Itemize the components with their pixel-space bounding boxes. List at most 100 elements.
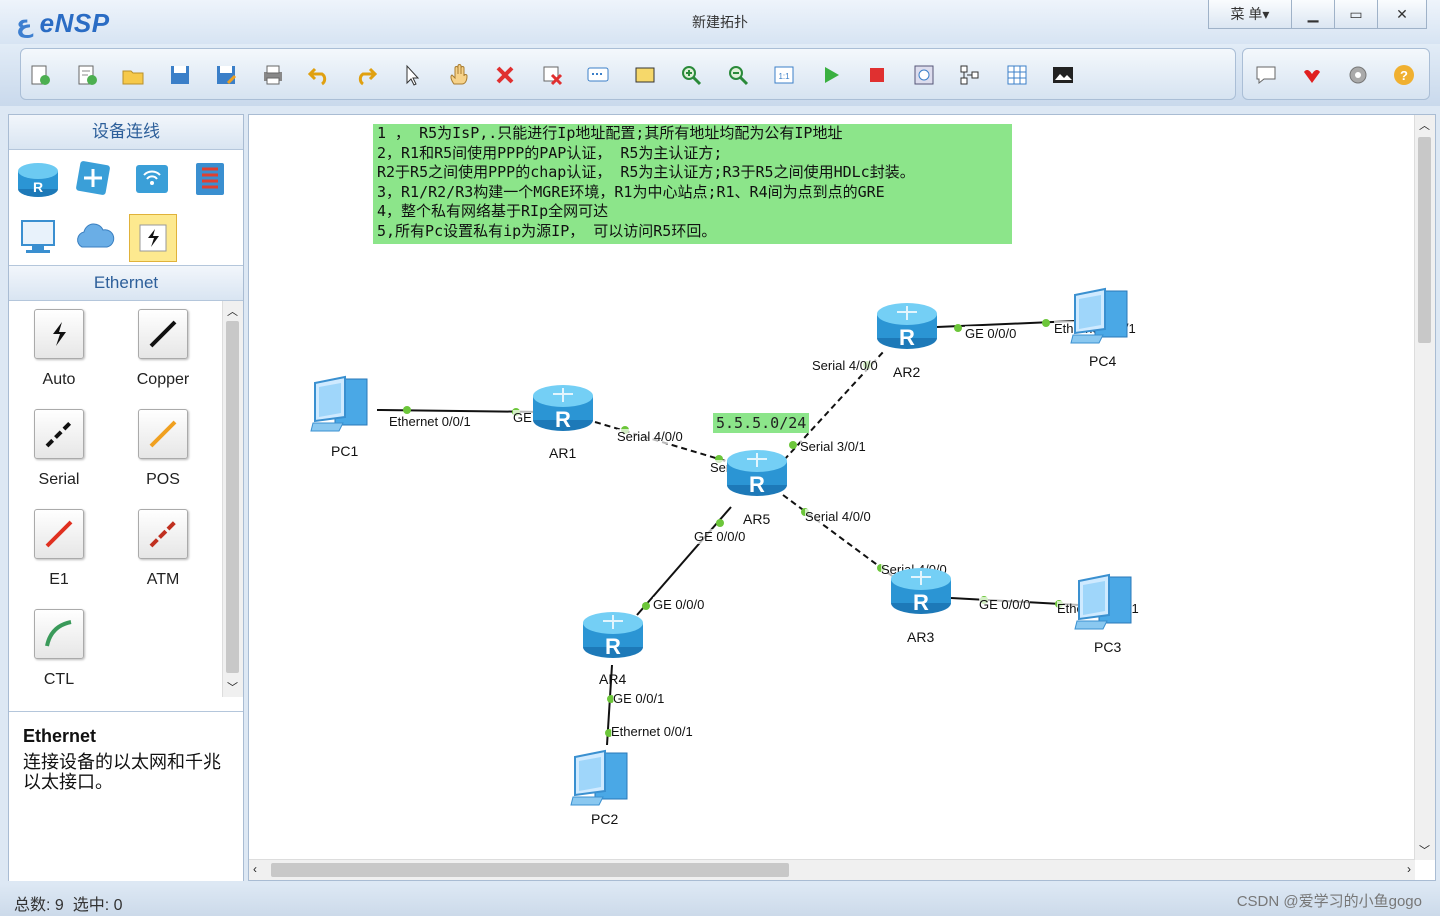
help-icon[interactable]: ? xyxy=(1391,62,1417,88)
cable-serial[interactable]: Serial xyxy=(9,409,109,489)
router-ar4[interactable]: R xyxy=(581,607,645,664)
select-icon[interactable] xyxy=(399,62,425,88)
router-icon[interactable]: R xyxy=(15,156,61,202)
huawei-icon[interactable] xyxy=(1299,62,1325,88)
router-icon: R xyxy=(727,450,787,497)
close-button[interactable]: ✕ xyxy=(1377,0,1427,29)
toolbar-right-group: ? xyxy=(1242,48,1430,100)
cable-auto[interactable]: Auto xyxy=(9,309,109,389)
scroll-thumb[interactable] xyxy=(271,863,789,877)
description-title: Ethernet xyxy=(23,726,97,746)
cloud-icon[interactable] xyxy=(71,214,117,260)
scroll-thumb[interactable] xyxy=(226,321,239,673)
switch-icon[interactable] xyxy=(71,156,117,202)
canvas-horizontal-scrollbar[interactable]: ‹ › xyxy=(249,859,1415,880)
start-device-icon[interactable] xyxy=(818,62,844,88)
ctl-cable-icon xyxy=(34,609,84,659)
add-text-icon[interactable] xyxy=(585,62,611,88)
undo-icon[interactable] xyxy=(306,62,332,88)
pc-pc4[interactable] xyxy=(1069,285,1133,350)
wireless-icon[interactable] xyxy=(129,156,175,202)
topology-icon[interactable] xyxy=(957,62,983,88)
port-label: Serial 4/0/0 xyxy=(617,429,683,444)
scroll-left-icon[interactable]: ‹ xyxy=(253,862,257,876)
print-icon[interactable] xyxy=(260,62,286,88)
status-text: 总数: 9 选中: 0 xyxy=(14,891,123,915)
scroll-down-icon[interactable]: ﹀ xyxy=(227,679,238,695)
auto-cable-icon xyxy=(34,309,84,359)
new-topology-icon[interactable] xyxy=(27,62,53,88)
open-icon[interactable] xyxy=(120,62,146,88)
topology-canvas[interactable]: 1 ， R5为IsP,.只能进行Ip地址配置;其所有地址均配为公有IP地址 2，R… xyxy=(248,114,1436,881)
pc-pc2[interactable] xyxy=(569,747,633,812)
cable-ctl[interactable]: CTL xyxy=(9,609,109,689)
scroll-right-icon[interactable]: › xyxy=(1407,862,1411,876)
new-from-template-icon[interactable] xyxy=(74,62,100,88)
router-ar1[interactable]: R xyxy=(531,380,595,437)
port-label: GE 0/0/0 xyxy=(979,597,1031,612)
selected-label: 选中: xyxy=(72,897,110,914)
scroll-down-icon[interactable]: ﹀ xyxy=(1419,842,1430,858)
pc-icon[interactable] xyxy=(15,214,61,260)
svg-text:R: R xyxy=(749,472,765,497)
status-bar: 总数: 9 选中: 0 CSDN @爱学习的小鱼gogo xyxy=(0,884,1440,916)
firewall-icon[interactable] xyxy=(187,156,233,202)
add-shape-icon[interactable] xyxy=(632,62,658,88)
capture-icon[interactable] xyxy=(911,62,937,88)
canvas-vertical-scrollbar[interactable]: ︿ ﹀ xyxy=(1414,115,1435,860)
save-icon[interactable] xyxy=(167,62,193,88)
device-panel: 设备连线 R Ethernet Auto Copper Serial POS E… xyxy=(8,114,244,881)
maximize-button[interactable]: ▭ xyxy=(1334,0,1378,29)
port-label: Serial 3/0/1 xyxy=(800,439,866,454)
settings-icon[interactable] xyxy=(1345,62,1371,88)
pos-cable-icon xyxy=(138,409,188,459)
cable-pos[interactable]: POS xyxy=(113,409,213,489)
screenshot-icon[interactable] xyxy=(1050,62,1076,88)
cable-copper[interactable]: Copper xyxy=(113,309,213,389)
pc-pc1[interactable] xyxy=(309,373,373,438)
svg-text:R: R xyxy=(33,179,43,195)
device-panel-title: 设备连线 xyxy=(9,115,243,150)
port-label: Serial 4/0/0 xyxy=(812,358,878,373)
pc-icon xyxy=(310,375,368,432)
subnet-label[interactable]: 5.5.5.0/24 xyxy=(713,413,810,433)
selected-count: 0 xyxy=(113,897,123,914)
cable-list: Auto Copper Serial POS E1 ATM CTL ︿ ﹀ xyxy=(9,301,243,697)
zoom-out-icon[interactable] xyxy=(725,62,751,88)
port-dot xyxy=(789,441,797,449)
cable-list-scrollbar[interactable]: ︿ ﹀ xyxy=(222,301,243,697)
connection-icon[interactable] xyxy=(129,214,177,262)
device-name: AR4 xyxy=(599,671,627,687)
scroll-thumb[interactable] xyxy=(1418,137,1431,343)
device-name: AR2 xyxy=(893,364,921,380)
scroll-up-icon[interactable]: ︿ xyxy=(1419,117,1430,133)
delete-link-icon[interactable] xyxy=(539,62,565,88)
main-menu-button[interactable]: 菜 单▾ xyxy=(1208,0,1292,29)
router-icon: R xyxy=(533,385,593,432)
router-ar5[interactable]: R xyxy=(725,445,789,502)
atm-cable-icon xyxy=(138,509,188,559)
zoom-in-icon[interactable] xyxy=(678,62,704,88)
chat-icon[interactable] xyxy=(1253,62,1279,88)
save-as-icon[interactable] xyxy=(213,62,239,88)
cable-panel-title: Ethernet xyxy=(9,265,243,301)
minimize-button[interactable]: ▁ xyxy=(1291,0,1335,29)
svg-text:?: ? xyxy=(1400,68,1408,83)
grid-icon[interactable] xyxy=(1004,62,1030,88)
redo-icon[interactable] xyxy=(353,62,379,88)
svg-text:R: R xyxy=(605,634,621,659)
port-label: GE 0/0/1 xyxy=(613,691,665,706)
cable-e1[interactable]: E1 xyxy=(9,509,109,589)
pan-hand-icon[interactable] xyxy=(446,62,472,88)
router-ar2[interactable]: R xyxy=(875,298,939,355)
router-ar3[interactable]: R xyxy=(889,563,953,620)
fit-icon[interactable]: 1:1 xyxy=(771,62,797,88)
delete-icon[interactable] xyxy=(492,62,518,88)
pc-pc3[interactable] xyxy=(1073,571,1137,636)
stop-device-icon[interactable] xyxy=(864,62,890,88)
title-bar: ع eNSP 新建拓扑 菜 单▾ ▁ ▭ ✕ xyxy=(0,0,1440,44)
cable-label: Copper xyxy=(136,371,190,388)
scroll-up-icon[interactable]: ︿ xyxy=(227,303,238,319)
cable-atm[interactable]: ATM xyxy=(113,509,213,589)
device-name: AR5 xyxy=(743,511,771,527)
